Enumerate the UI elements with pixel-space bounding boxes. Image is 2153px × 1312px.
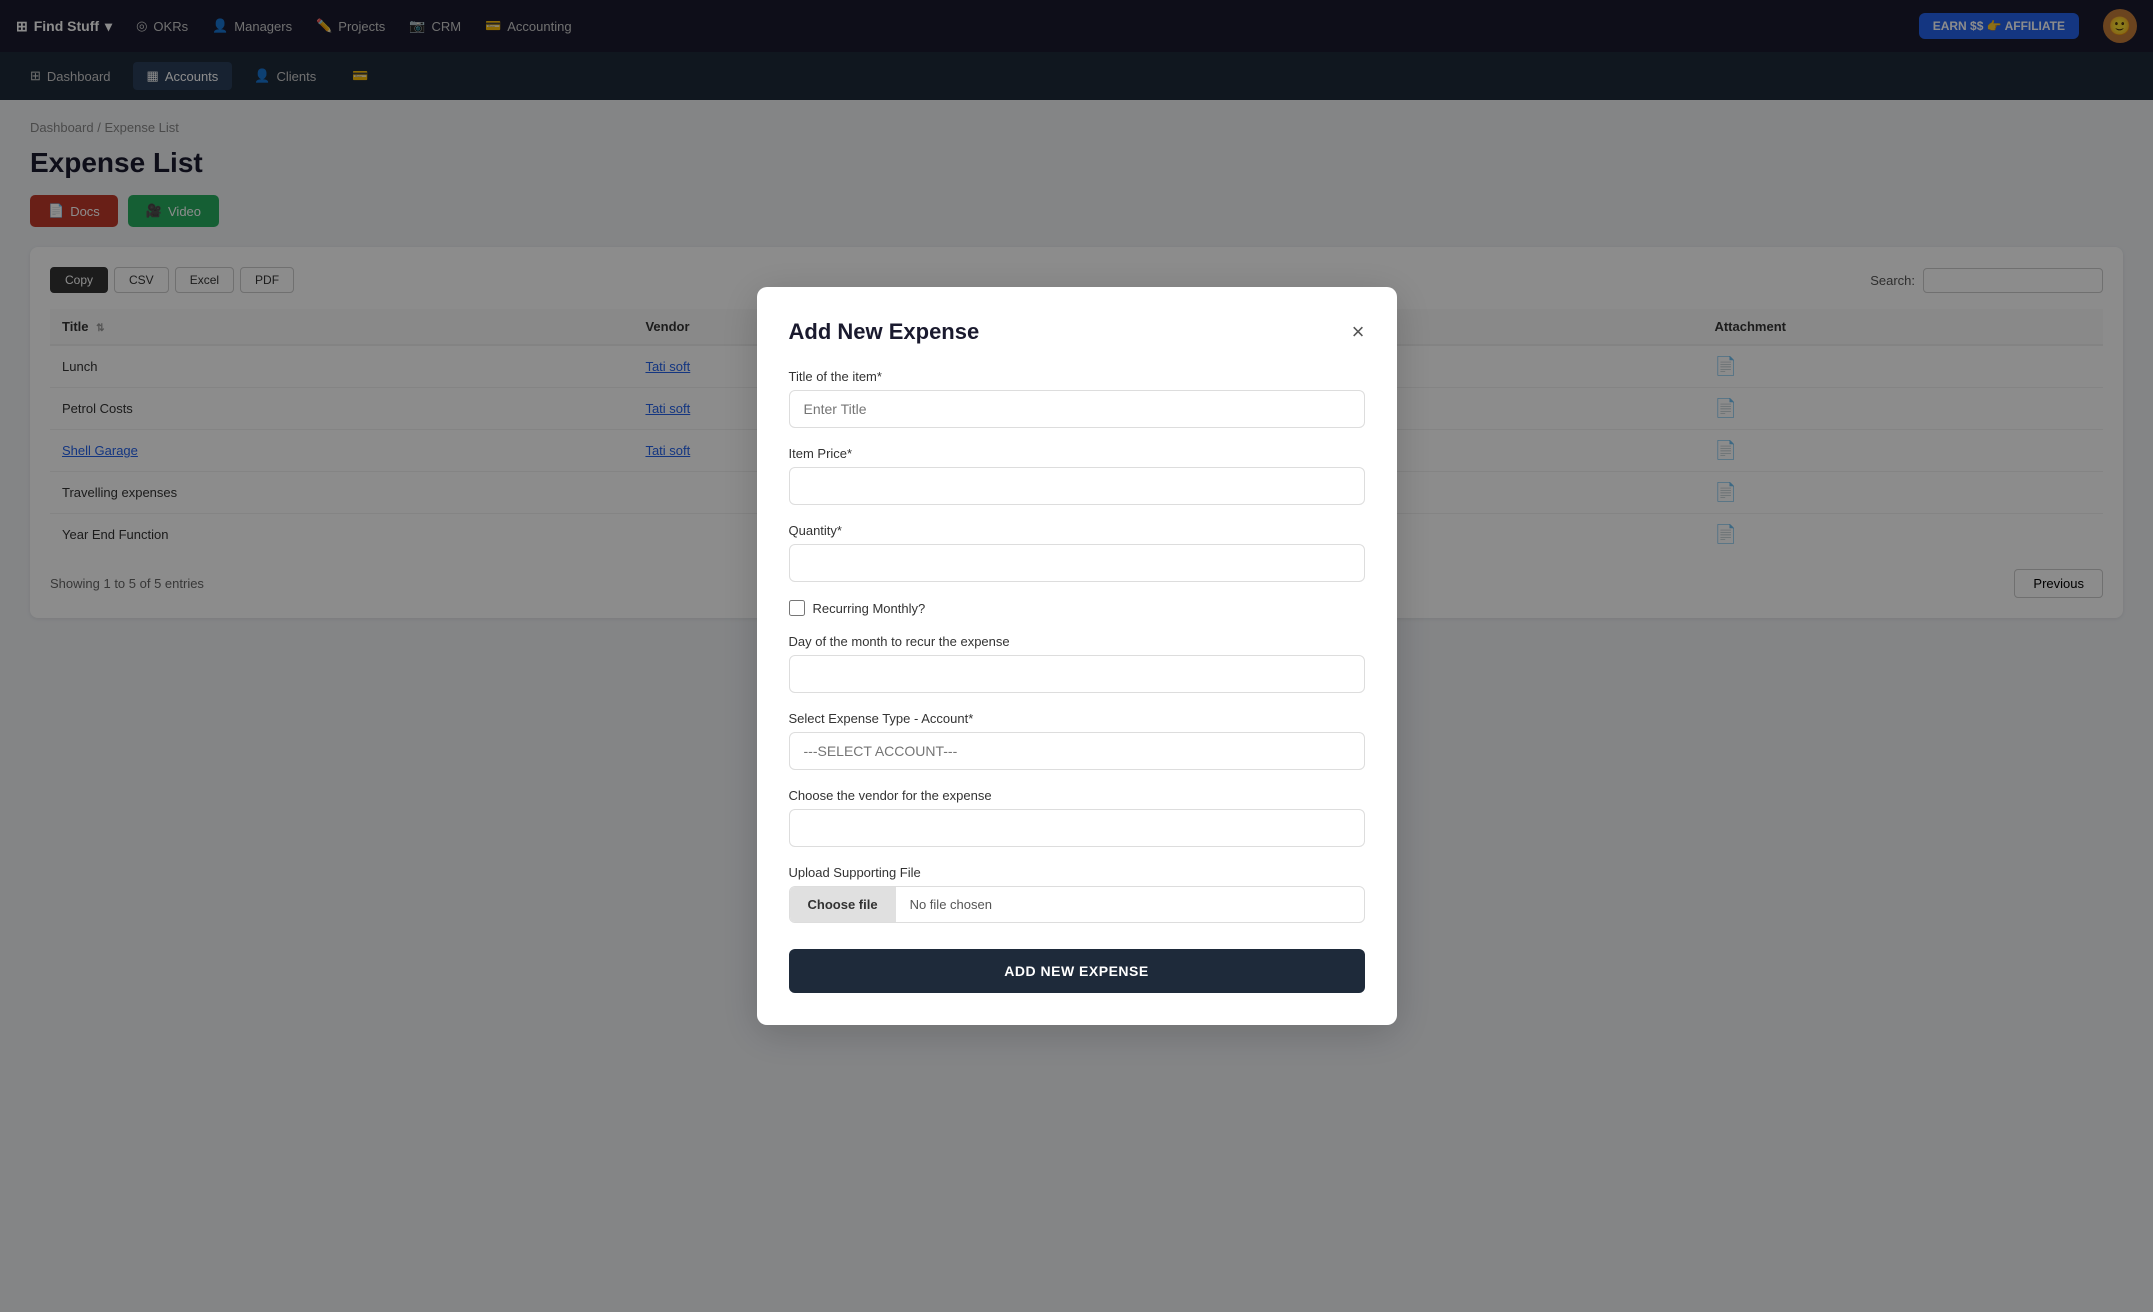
price-field-label: Item Price* (789, 446, 1365, 461)
price-input[interactable] (789, 467, 1365, 505)
account-select[interactable]: ---SELECT ACCOUNT--- (789, 732, 1365, 770)
recurring-checkbox-row: Recurring Monthly? (789, 600, 1365, 616)
add-expense-modal: Add New Expense × Title of the item* Ite… (757, 287, 1397, 1025)
price-field-group: Item Price* (789, 446, 1365, 505)
quantity-input[interactable] (789, 544, 1365, 582)
add-expense-button[interactable]: ADD NEW EXPENSE (789, 949, 1365, 993)
title-input[interactable] (789, 390, 1365, 428)
quantity-field-label: Quantity* (789, 523, 1365, 538)
quantity-field-group: Quantity* (789, 523, 1365, 582)
file-upload-row: Choose file No file chosen (789, 886, 1365, 923)
vendor-field-group: Choose the vendor for the expense ---SEL… (789, 788, 1365, 847)
upload-label: Upload Supporting File (789, 865, 1365, 880)
recurring-checkbox[interactable] (789, 600, 805, 616)
modal-close-button[interactable]: × (1352, 321, 1365, 343)
account-field-group: Select Expense Type - Account* ---SELECT… (789, 711, 1365, 770)
day-field-group: Day of the month to recur the expense (789, 634, 1365, 693)
recurring-label[interactable]: Recurring Monthly? (813, 601, 926, 616)
choose-file-button[interactable]: Choose file (790, 887, 896, 922)
no-file-text: No file chosen (896, 887, 1006, 922)
vendor-field-label: Choose the vendor for the expense (789, 788, 1365, 803)
day-field-label: Day of the month to recur the expense (789, 634, 1365, 649)
modal-overlay[interactable]: Add New Expense × Title of the item* Ite… (0, 0, 2153, 1312)
modal-header: Add New Expense × (789, 319, 1365, 345)
day-input[interactable] (789, 655, 1365, 693)
vendor-select[interactable]: ---SELECT VENDOR--- (789, 809, 1365, 847)
account-field-label: Select Expense Type - Account* (789, 711, 1365, 726)
modal-title: Add New Expense (789, 319, 980, 345)
title-field-group: Title of the item* (789, 369, 1365, 428)
title-field-label: Title of the item* (789, 369, 1365, 384)
upload-field-group: Upload Supporting File Choose file No fi… (789, 865, 1365, 923)
